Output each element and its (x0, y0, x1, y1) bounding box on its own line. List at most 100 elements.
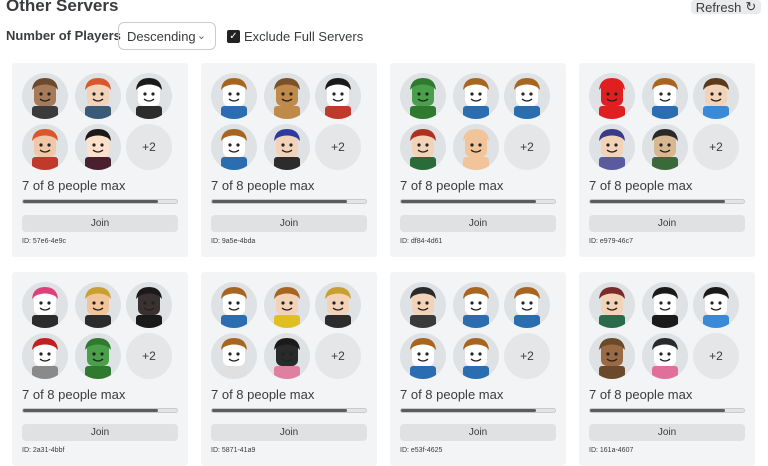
player-avatar[interactable] (453, 333, 499, 379)
player-avatar[interactable] (75, 333, 121, 379)
capacity-bar-fill (590, 409, 725, 412)
capacity-bar (22, 408, 178, 413)
server-card: +2 7 of 8 people max Join ID: e53f-4625 (390, 272, 566, 466)
player-avatar[interactable] (453, 124, 499, 170)
server-id: ID: e979-46c7 (589, 238, 633, 245)
player-avatar[interactable] (400, 73, 446, 119)
more-players-badge: +2 (693, 333, 739, 379)
player-avatar[interactable] (589, 333, 635, 379)
player-avatar[interactable] (264, 124, 310, 170)
server-id: ID: 5871-41a9 (211, 447, 256, 454)
server-id: ID: e53f-4625 (400, 447, 443, 454)
player-avatar[interactable] (211, 73, 257, 119)
player-avatar[interactable] (504, 73, 550, 119)
player-avatar[interactable] (589, 282, 635, 328)
player-avatar[interactable] (264, 282, 310, 328)
player-avatar[interactable] (400, 124, 446, 170)
join-button[interactable]: Join (589, 215, 745, 232)
player-avatar[interactable] (400, 282, 446, 328)
player-avatar[interactable] (264, 73, 310, 119)
player-count: 7 of 8 people max (211, 178, 315, 193)
server-id: ID: 2a31-4bbf (22, 447, 65, 454)
player-avatar[interactable] (211, 124, 257, 170)
server-card: +2 7 of 8 people max Join ID: 57e6-4e9c (12, 63, 188, 257)
player-avatar[interactable] (400, 333, 446, 379)
player-count: 7 of 8 people max (211, 387, 315, 402)
player-avatar[interactable] (504, 282, 550, 328)
player-avatar[interactable] (693, 282, 739, 328)
player-avatar[interactable] (126, 282, 172, 328)
player-avatar[interactable] (589, 124, 635, 170)
refresh-button[interactable]: Refresh ↻ (691, 0, 761, 15)
capacity-bar (211, 199, 367, 204)
player-count: 7 of 8 people max (589, 178, 693, 193)
more-players-badge: +2 (693, 124, 739, 170)
server-card: +2 7 of 8 people max Join ID: 5871-41a9 (201, 272, 377, 466)
player-avatar[interactable] (22, 282, 68, 328)
join-button[interactable]: Join (400, 424, 556, 441)
capacity-bar-fill (590, 200, 725, 203)
exclude-full-label[interactable]: Exclude Full Servers (244, 29, 363, 44)
capacity-bar-fill (401, 200, 536, 203)
server-card: +2 7 of 8 people max Join ID: df84-4d61 (390, 63, 566, 257)
page-title: Other Servers (6, 0, 119, 15)
more-players-badge: +2 (126, 124, 172, 170)
join-button[interactable]: Join (400, 215, 556, 232)
player-avatar[interactable] (75, 282, 121, 328)
player-avatar[interactable] (315, 282, 361, 328)
more-players-badge: +2 (126, 333, 172, 379)
capacity-bar (211, 408, 367, 413)
join-button[interactable]: Join (589, 424, 745, 441)
server-id: ID: 57e6-4e9c (22, 238, 66, 245)
capacity-bar-fill (23, 200, 158, 203)
player-avatar[interactable] (211, 333, 257, 379)
sort-label: Number of Players (6, 28, 121, 43)
more-players-badge: +2 (315, 124, 361, 170)
player-avatar[interactable] (264, 333, 310, 379)
player-count: 7 of 8 people max (22, 387, 126, 402)
chevron-down-icon: ⌄ (196, 30, 206, 42)
player-avatar[interactable] (589, 73, 635, 119)
player-count: 7 of 8 people max (589, 387, 693, 402)
sort-select-value: Descending (127, 28, 196, 44)
player-avatar[interactable] (22, 73, 68, 119)
capacity-bar-fill (401, 409, 536, 412)
player-avatar[interactable] (75, 73, 121, 119)
server-card: +2 7 of 8 people max Join ID: 9a5e-4bda (201, 63, 377, 257)
server-id: ID: 161a-4607 (589, 447, 634, 454)
more-players-badge: +2 (504, 333, 550, 379)
sort-select[interactable]: Descending ⌄ (118, 22, 216, 50)
server-id: ID: 9a5e-4bda (211, 238, 256, 245)
player-avatar[interactable] (693, 73, 739, 119)
player-avatar[interactable] (22, 124, 68, 170)
refresh-icon: ↻ (745, 0, 757, 14)
join-button[interactable]: Join (211, 215, 367, 232)
player-avatar[interactable] (642, 282, 688, 328)
server-card: +2 7 of 8 people max Join ID: e979-46c7 (579, 63, 755, 257)
player-avatar[interactable] (211, 282, 257, 328)
player-avatar[interactable] (642, 73, 688, 119)
capacity-bar-fill (212, 200, 347, 203)
player-avatar[interactable] (453, 73, 499, 119)
player-avatar[interactable] (642, 333, 688, 379)
join-button[interactable]: Join (22, 215, 178, 232)
capacity-bar (400, 408, 556, 413)
player-avatar[interactable] (126, 73, 172, 119)
join-button[interactable]: Join (22, 424, 178, 441)
server-id: ID: df84-4d61 (400, 238, 443, 245)
player-avatar[interactable] (22, 333, 68, 379)
capacity-bar (22, 199, 178, 204)
player-count: 7 of 8 people max (22, 178, 126, 193)
capacity-bar-fill (212, 409, 347, 412)
player-avatar[interactable] (453, 282, 499, 328)
player-avatar[interactable] (642, 124, 688, 170)
capacity-bar (589, 408, 745, 413)
player-avatar[interactable] (75, 124, 121, 170)
player-avatar[interactable] (315, 73, 361, 119)
server-card: +2 7 of 8 people max Join ID: 161a-4607 (579, 272, 755, 466)
capacity-bar (589, 199, 745, 204)
player-count: 7 of 8 people max (400, 178, 504, 193)
refresh-label: Refresh (695, 0, 742, 15)
join-button[interactable]: Join (211, 424, 367, 441)
exclude-full-checkbox[interactable]: ✓ (227, 30, 240, 43)
